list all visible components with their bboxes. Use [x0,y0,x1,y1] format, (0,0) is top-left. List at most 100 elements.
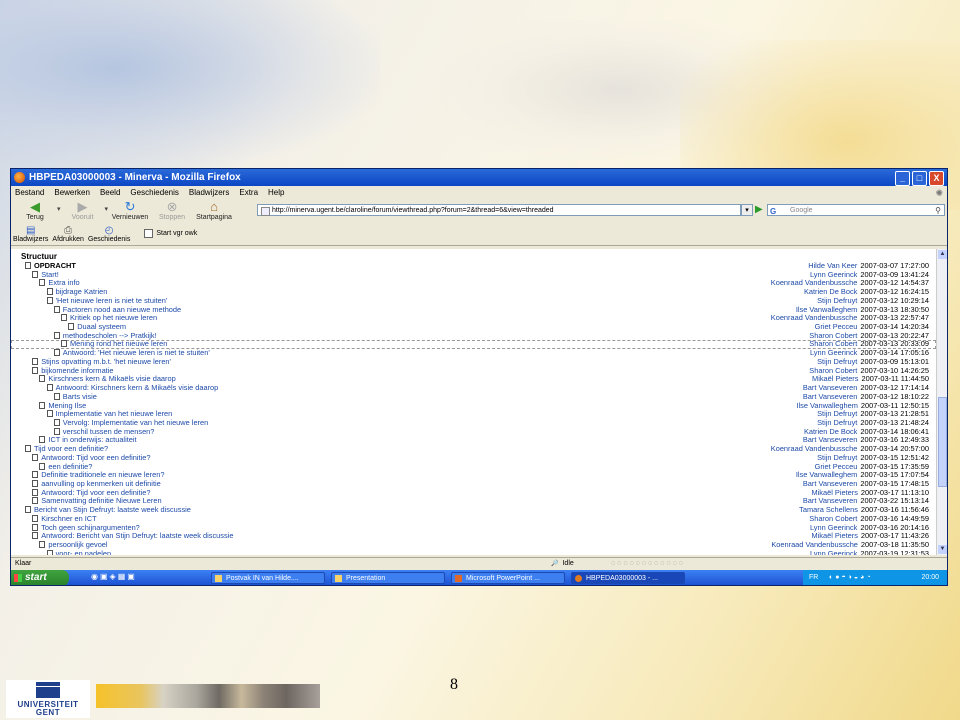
search-icon[interactable]: ⚲ [935,205,941,216]
home-label: Startpagina [196,214,232,221]
back-button[interactable]: ◀ Terug [15,199,55,221]
author-name[interactable]: Katrien De Bock [804,427,857,436]
url-history-dropdown[interactable]: ▾ [741,204,753,216]
author-name[interactable]: Mikaël Pieters [812,374,858,383]
author-name[interactable]: Bart Vanseveren [803,392,858,401]
scrollbar-thumb[interactable] [938,397,947,487]
author-name[interactable]: Sharon Cobert [809,339,857,349]
author-name[interactable]: Koenraad Vandenbussche [771,444,858,453]
author-name[interactable]: Bart Vanseveren [803,479,858,488]
taskbar-item-firefox[interactable]: HBPEDA03000003 - ... [571,572,685,584]
author-name[interactable]: Griet Pecceu [815,322,858,331]
scroll-up-icon[interactable]: ▲ [938,250,947,259]
post-date: 2007-03-19 12:31:53 [860,548,929,555]
back-arrow-icon: ◀ [30,199,40,214]
post-date: 2007-03-16 12:49:33 [860,435,929,445]
author-name[interactable]: Koenraad Vandenbussche [771,313,858,322]
vertical-scrollbar[interactable]: ▲ ▼ [936,249,947,555]
author-name[interactable]: Sharon Cobert [809,514,857,523]
autoscan-checkbox[interactable] [144,229,154,238]
go-arrow-icon[interactable]: ▶ [755,204,763,216]
author-name[interactable]: Ilse Vanwalleghem [796,401,858,410]
author-name[interactable]: Mikaël Pieters [812,488,858,497]
thread-row: Antwoord: Kirschners kern & Mikaëls visi… [11,383,936,393]
author-name[interactable]: Lynn Geerinck [810,270,857,279]
author-name[interactable]: Katrien De Bock [804,287,857,296]
quick-launch-icons[interactable]: ◉▣◈▦▣ [91,572,137,581]
post-date: 2007-03-14 17:05:16 [860,348,929,358]
post-date: 2007-03-12 16:24:15 [860,287,929,297]
thread-row: Antwoord: Tijd voor een definitie? Stijn … [11,452,936,463]
post-date: 2007-03-12 17:14:14 [860,383,929,393]
menu-geschiedenis[interactable]: Geschiedenis [130,186,178,199]
menu-beeld[interactable]: Beeld [100,186,120,199]
author-name[interactable]: Bart Vanseveren [803,383,858,392]
author-name[interactable]: Bart Vanseveren [803,496,858,506]
taskbar-item-presentation[interactable]: Presentation [331,572,445,584]
stop-icon: ⊗ [166,199,178,214]
scroll-down-icon[interactable]: ▼ [938,545,947,554]
menu-bestand[interactable]: Bestand [15,186,44,199]
home-button[interactable]: ⌂ Startpagina [194,199,234,221]
reload-button[interactable]: ↻ Vernieuwen [110,199,150,221]
post-date: 2007-03-15 12:51:42 [860,452,929,462]
author-name[interactable]: Stijn Defruyt [817,409,857,418]
author-name[interactable]: Tamara Schellens [799,505,858,514]
menu-bladwijzers[interactable]: Bladwijzers [189,186,229,199]
author-name[interactable]: Lynn Geerinck [810,523,857,532]
thread-title-link[interactable]: voor- en nadelen [47,549,111,555]
forward-button[interactable]: ▶ Vooruit [63,199,103,221]
status-tool-icons[interactable]: ◌◌◌◌◌◌◌◌◌◌◌◌ [611,558,685,570]
minimize-button[interactable]: _ [895,171,910,186]
author-name[interactable]: Koenraad Vandenbussche [771,278,858,288]
language-indicator[interactable]: FR [809,570,818,585]
author-name[interactable]: Sharon Cobert [809,366,857,375]
back-dropdown-icon[interactable]: ▾ [57,205,61,213]
post-date: 2007-03-14 18:06:41 [860,426,929,436]
author-name[interactable]: Stijn Defruyt [817,418,857,427]
author-name[interactable]: Stijn Defruyt [817,357,857,366]
author-name[interactable]: Griet Pecceu [815,462,858,471]
post-date: 2007-03-13 21:48:24 [860,417,929,427]
thread-author[interactable]: Lynn Geerinck 2007-03-19 12:31:53 [810,548,929,555]
author-name[interactable]: Sharon Cobert [809,331,857,340]
author-name[interactable]: Lynn Geerinck [810,549,857,555]
print-button[interactable]: ⎙ Afdrukken [52,225,84,243]
post-date: 2007-03-12 10:29:14 [860,295,929,305]
post-date: 2007-03-12 18:10:22 [860,391,929,401]
forward-dropdown-icon[interactable]: ▾ [105,205,109,213]
taskbar-item-outlook[interactable]: Postvak IN van Hilde.... [211,572,325,584]
taskbar-item-powerpoint[interactable]: Microsoft PowerPoint ... [451,572,565,584]
forward-arrow-icon: ▶ [77,199,88,214]
author-name[interactable]: Mikaël Pieters [812,531,858,540]
author-name[interactable]: Lynn Geerinck [810,348,857,357]
close-button[interactable]: X [929,171,944,186]
history-button[interactable]: ◴ Geschiedenis [88,225,130,243]
author-name[interactable]: Bart Vanseveren [803,435,858,445]
author-name[interactable]: Ilse Vanwalleghem [796,305,858,314]
author-name[interactable]: Ilse Vanwalleghem [796,470,858,479]
autoscan-label: Start vgr owk [156,230,198,237]
idle-indicator: Idle [551,558,573,570]
author-name[interactable]: Koenraad Vandenbussche [771,540,858,549]
author-name[interactable]: Stijn Defruyt [817,296,857,305]
tray-icons[interactable]: ◐●◓◑◒◕◔ [829,570,873,585]
powerpoint-icon [455,575,462,582]
autoscan-toggle[interactable]: Start vgr owk [144,229,197,238]
thread-row: Bericht van Stijn Defruyt: laatste week … [11,505,936,515]
search-input[interactable]: G Google ⚲ [767,204,945,216]
start-button[interactable]: start [11,570,69,585]
menu-help[interactable]: Help [268,186,284,199]
menu-extra[interactable]: Extra [239,186,258,199]
stop-button[interactable]: ⊗ Stoppen [152,199,192,221]
author-name[interactable]: Hilde Van Keer [808,261,857,270]
footer-branding: UNIVERSITEIT GENT [6,680,320,718]
mail-icon [215,575,222,582]
maximize-button[interactable]: □ [912,171,927,186]
bladwijzers-button[interactable]: ▤ Bladwijzers [13,225,48,243]
navigation-toolbar: ◀ Terug ▾ ▶ Vooruit ▾ ↻ Vernieuwen ⊗ Sto… [11,199,947,225]
thread-row: verschil tussen de mensen? Katrien De Boc… [11,426,936,437]
menu-bewerken[interactable]: Bewerken [54,186,90,199]
url-input[interactable]: http://minerva.ugent.be/claroline/forum/… [257,204,741,216]
author-name[interactable]: Stijn Defruyt [817,453,857,462]
